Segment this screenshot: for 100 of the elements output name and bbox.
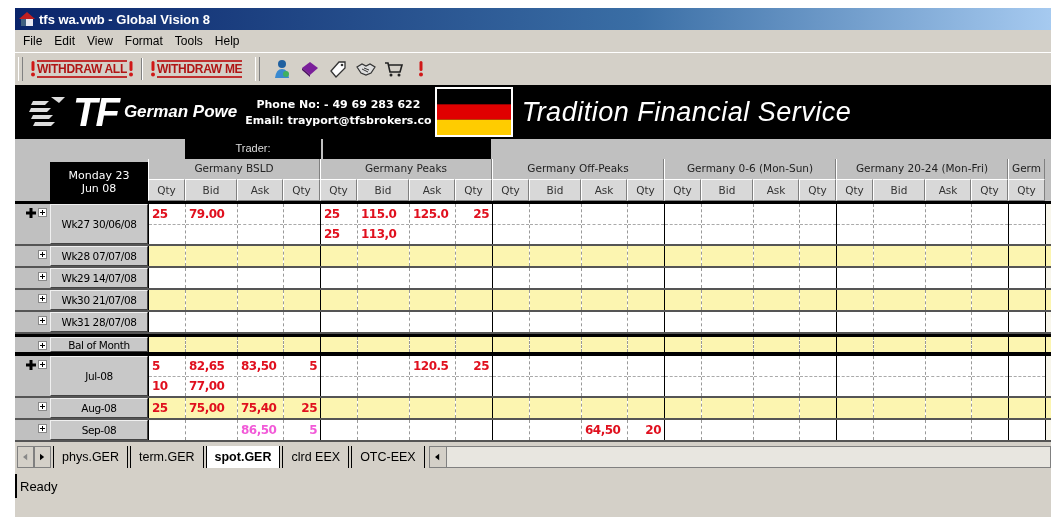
exclamation-icon — [127, 61, 134, 77]
table-cell — [1046, 356, 1051, 396]
table-cell — [628, 290, 664, 310]
table-cell — [1009, 246, 1045, 266]
table-cell — [238, 246, 283, 266]
table-cell — [628, 246, 664, 266]
column-header: Bid — [873, 179, 925, 201]
table-cell — [837, 337, 873, 352]
column-header: Bid — [185, 179, 237, 201]
row-header[interactable]: Wk28 07/07/08 — [50, 246, 148, 266]
menu-item[interactable]: Help — [208, 34, 246, 48]
table-cell — [321, 398, 357, 418]
table-cell — [1046, 268, 1051, 288]
column-header: Ask — [753, 179, 799, 201]
expand-icon[interactable] — [38, 294, 47, 303]
trader-field[interactable] — [323, 139, 491, 159]
flag-icon — [434, 87, 513, 137]
row-header[interactable]: Sep-08 — [50, 420, 148, 440]
column-header: Qty — [492, 179, 529, 201]
table-cell — [358, 398, 409, 418]
column-header: Qty — [664, 179, 701, 201]
table-cell — [1009, 337, 1045, 352]
table-cell — [665, 337, 701, 352]
column-header: Ask — [409, 179, 455, 201]
expand-icon[interactable] — [38, 272, 47, 281]
menu-item[interactable]: Edit — [48, 34, 82, 48]
table-cell-text: 77,00 — [188, 378, 226, 396]
row-header[interactable]: Wk31 28/07/08 — [50, 312, 148, 332]
table-cell: 25 — [284, 398, 320, 418]
sheet-tab[interactable]: term.GER — [129, 446, 204, 468]
row-header[interactable]: Wk27 30/06/08 — [50, 204, 148, 244]
status-text: Ready — [20, 478, 58, 494]
row-header[interactable]: Bal of Month — [50, 337, 148, 352]
withdraw-button[interactable]: WITHDRAW ME — [146, 58, 246, 80]
right-arrow-icon — [40, 453, 45, 461]
sheet-tab[interactable]: spot.GER — [205, 446, 281, 468]
menu-item[interactable]: Format — [118, 34, 169, 48]
table-cell — [754, 337, 799, 352]
menu-item[interactable]: File — [17, 34, 49, 48]
table-cell — [149, 337, 185, 352]
expand-icon[interactable] — [38, 250, 47, 259]
row-header[interactable]: Aug-08 — [50, 398, 148, 418]
sheet-tab[interactable]: phys.GER — [53, 446, 128, 468]
table-cell — [410, 246, 455, 266]
cart-icon[interactable] — [384, 59, 405, 79]
table-cell — [410, 290, 455, 310]
sheet-tab[interactable]: OTC-EEX — [351, 446, 425, 468]
table-cell — [410, 398, 455, 418]
sheet-tab[interactable]: clrd EEX — [282, 446, 350, 468]
email-address: Email: trayport@tfsbrokers.co — [245, 113, 432, 127]
table-cell — [754, 246, 799, 266]
column-header: Bid — [529, 179, 581, 201]
table-cell — [926, 246, 971, 266]
column-header: Ask — [237, 179, 283, 201]
table-cell — [321, 337, 357, 352]
table-cell: 75,00 — [186, 398, 237, 418]
expand-icon[interactable] — [38, 208, 47, 217]
table-cell — [874, 290, 925, 310]
plus-icon — [26, 360, 36, 370]
column-header: Qty — [836, 179, 873, 201]
tag-icon[interactable] — [328, 59, 349, 79]
table-cell — [149, 246, 185, 266]
row-header[interactable]: Jul-08 — [50, 356, 148, 396]
withdraw-button[interactable]: WITHDRAW ALL — [27, 58, 137, 80]
expand-icon[interactable] — [38, 360, 47, 369]
table-cell: 25 — [149, 398, 185, 418]
expand-icon[interactable] — [38, 341, 47, 350]
table-cell — [493, 398, 529, 418]
company-name: Tradition Financial Service — [521, 96, 852, 128]
menu-item[interactable]: View — [81, 34, 119, 48]
table-cell — [972, 290, 1008, 310]
table-cell — [837, 246, 873, 266]
column-header: Bid — [701, 179, 753, 201]
table-cell — [358, 337, 409, 352]
table-cell — [530, 337, 581, 352]
table-cell-text: 86,50 — [240, 422, 278, 439]
table-cell — [582, 398, 627, 418]
table-cell — [284, 337, 320, 352]
left-arrow-icon[interactable] — [435, 453, 441, 461]
scroll-right-button[interactable] — [34, 446, 51, 468]
table-cell — [186, 337, 237, 352]
exclamation-icon — [149, 61, 156, 77]
row-header[interactable]: Wk29 14/07/08 — [50, 268, 148, 288]
column-header: Qty — [148, 179, 185, 201]
table-cell — [456, 246, 492, 266]
column-header: Qty — [320, 179, 357, 201]
table-cell — [628, 337, 664, 352]
table-cell — [874, 246, 925, 266]
table-cell — [837, 290, 873, 310]
trader-label: Trader: — [185, 139, 321, 159]
row-header[interactable]: Wk30 21/07/08 — [50, 290, 148, 310]
expand-icon[interactable] — [38, 316, 47, 325]
table-cell — [800, 398, 836, 418]
table-cell — [702, 398, 753, 418]
expand-icon[interactable] — [38, 402, 47, 411]
menu-item[interactable]: Tools — [168, 34, 209, 48]
horizontal-scrollbar[interactable] — [428, 446, 1051, 468]
table-cell — [754, 290, 799, 310]
exclamation-icon[interactable] — [418, 61, 425, 77]
expand-icon[interactable] — [38, 424, 47, 433]
